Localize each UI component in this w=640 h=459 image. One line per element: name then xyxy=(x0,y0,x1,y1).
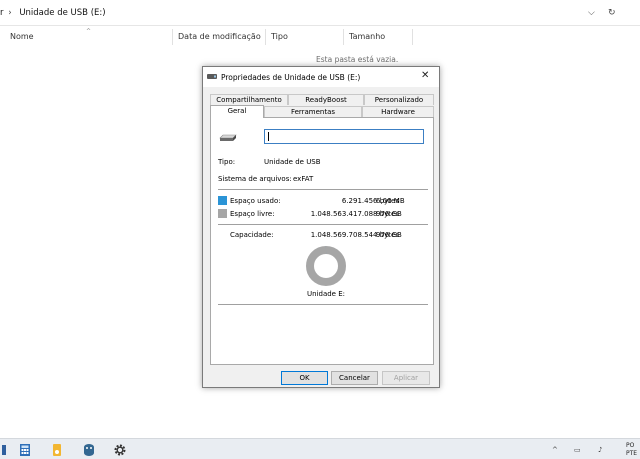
close-icon[interactable]: ✕ xyxy=(421,70,429,81)
tab-general[interactable]: Geral xyxy=(210,105,264,118)
general-tab-panel: Tipo: Unidade de USB Sistema de arquivos… xyxy=(210,117,434,365)
column-divider[interactable] xyxy=(412,29,413,45)
column-headers: ^ Nome Data de modificação Tipo Tamanho xyxy=(0,26,640,46)
taskbar: ^ ▭ ♪ PO PTE xyxy=(0,438,640,459)
breadcrumb-separator: › xyxy=(8,8,12,18)
column-divider[interactable] xyxy=(172,29,173,45)
tab-hardware[interactable]: Hardware xyxy=(362,106,434,117)
apply-button[interactable]: Aplicar xyxy=(382,371,430,385)
refresh-icon[interactable]: ↻ xyxy=(608,8,616,18)
divider xyxy=(218,189,428,190)
donut-free-segment xyxy=(306,246,346,286)
address-dropdown-icon[interactable]: ⌵ xyxy=(588,8,595,18)
tab-tools[interactable]: Ferramentas xyxy=(264,106,362,117)
dialog-titlebar[interactable]: Propriedades de Unidade de USB (E:) ✕ xyxy=(203,67,439,87)
properties-dialog: Propriedades de Unidade de USB (E:) ✕ Co… xyxy=(202,66,440,388)
column-divider[interactable] xyxy=(265,29,266,45)
column-size[interactable]: Tamanho xyxy=(349,32,385,41)
free-space-label: Espaço livre: xyxy=(230,210,275,218)
used-space-label: Espaço usado: xyxy=(230,197,281,205)
column-date-modified[interactable]: Data de modificação xyxy=(178,32,261,41)
type-label: Tipo: xyxy=(218,158,236,166)
filesystem-value: exFAT xyxy=(293,175,314,183)
filesystem-label: Sistema de arquivos: xyxy=(218,175,292,183)
used-space-size: 6,00 MB xyxy=(376,197,405,205)
network-icon[interactable]: ▭ xyxy=(574,446,581,454)
column-divider[interactable] xyxy=(343,29,344,45)
app-icon[interactable] xyxy=(2,443,16,457)
gear-icon[interactable] xyxy=(113,443,127,457)
breadcrumb-prefix: r xyxy=(0,8,4,18)
tab-sharing[interactable]: Compartilhamento xyxy=(210,94,288,105)
drive-name-input[interactable] xyxy=(264,129,424,144)
drive-letter-label: Unidade E: xyxy=(307,290,345,298)
divider xyxy=(218,304,428,305)
database-icon[interactable] xyxy=(82,443,96,457)
file-manager-icon[interactable] xyxy=(50,443,64,457)
breadcrumb[interactable]: r › Unidade de USB (E:) xyxy=(0,8,106,18)
capacity-label: Capacidade: xyxy=(230,231,274,239)
language-code: PO xyxy=(626,442,635,449)
keyboard-layout: PTE xyxy=(626,450,638,457)
address-bar: r › Unidade de USB (E:) ⌵ ↻ xyxy=(0,0,640,26)
text-cursor xyxy=(268,132,269,141)
tab-customize[interactable]: Personalizado xyxy=(364,94,434,105)
usb-drive-icon xyxy=(207,74,217,79)
empty-folder-message: Esta pasta está vazia. xyxy=(316,55,399,64)
drive-icon xyxy=(219,134,237,141)
sort-indicator-icon: ^ xyxy=(86,28,92,35)
breadcrumb-current: Unidade de USB (E:) xyxy=(19,8,106,18)
free-space-size: 976 GB xyxy=(376,210,402,218)
type-value: Unidade de USB xyxy=(264,158,321,166)
divider xyxy=(218,224,428,225)
language-indicator[interactable]: PO PTE xyxy=(626,442,637,458)
column-type[interactable]: Tipo xyxy=(271,32,288,41)
column-name[interactable]: Nome xyxy=(10,32,34,41)
tray-chevron-icon[interactable]: ^ xyxy=(552,446,558,454)
usage-donut-chart xyxy=(306,246,346,286)
ok-button[interactable]: OK xyxy=(281,371,328,385)
calculator-icon[interactable] xyxy=(18,443,32,457)
used-space-swatch xyxy=(218,196,227,205)
volume-icon[interactable]: ♪ xyxy=(598,446,602,454)
cancel-button[interactable]: Cancelar xyxy=(331,371,378,385)
dialog-title: Propriedades de Unidade de USB (E:) xyxy=(221,73,361,82)
tab-readyboost[interactable]: ReadyBoost xyxy=(288,94,364,105)
free-space-swatch xyxy=(218,209,227,218)
capacity-size: 976 GB xyxy=(376,231,402,239)
